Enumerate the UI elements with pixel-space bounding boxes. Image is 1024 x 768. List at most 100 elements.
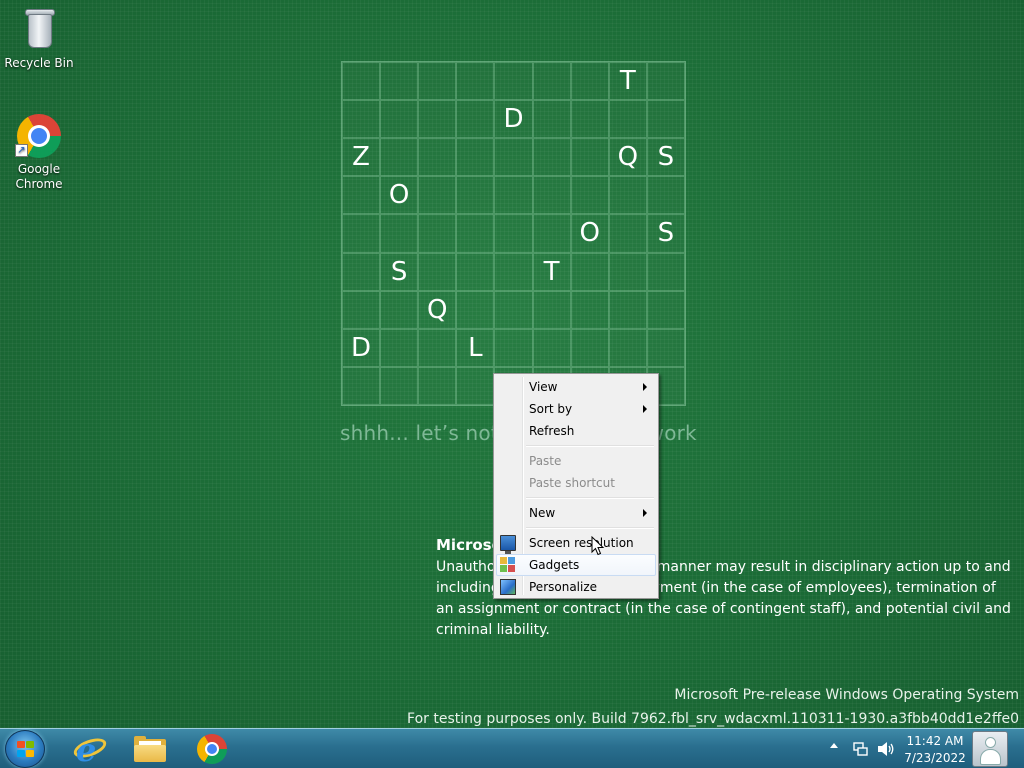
grid-cell [608, 252, 647, 291]
grid-cell [380, 62, 419, 101]
grid-cell [646, 176, 685, 215]
menu-item-label: Paste shortcut [529, 476, 615, 490]
watermark-line-1: Microsoft Pre-release Windows Operating … [674, 687, 1019, 703]
grid-cell [342, 62, 381, 101]
submenu-arrow-icon [643, 383, 647, 391]
desktop-icon-google-chrome[interactable]: ↗ Google Chrome [1, 112, 77, 192]
show-hidden-icons-button[interactable] [830, 743, 838, 748]
menu-item-view[interactable]: View [496, 376, 656, 398]
grid-cell [532, 290, 571, 329]
grid-cell [342, 366, 381, 405]
grid-cell [532, 138, 571, 177]
grid-cell [646, 328, 685, 367]
taskbar: e 11:42 AM 7/23/2022 [0, 728, 1024, 768]
grid-cell [418, 328, 457, 367]
grid-cell [456, 366, 495, 405]
menu-item-new[interactable]: New [496, 502, 656, 524]
grid-cell: D [342, 328, 381, 367]
grid-cell [342, 252, 381, 291]
grid-cell [456, 252, 495, 291]
grid-cell: D [494, 100, 533, 139]
volume-icon[interactable] [877, 741, 895, 757]
grid-cell [570, 62, 609, 101]
grid-cell: S [646, 138, 685, 177]
desktop-context-menu: View Sort by Refresh Paste Paste shortcu… [493, 373, 659, 599]
grid-cell [418, 214, 457, 253]
grid-cell: Q [418, 290, 457, 329]
grid-cell [570, 328, 609, 367]
grid-cell [532, 62, 571, 101]
grid-cell [646, 100, 685, 139]
wallpaper-letter-grid: TDZQSOOSSTQDL [341, 61, 686, 406]
taskbar-internet-explorer[interactable]: e [64, 731, 116, 768]
mouse-cursor-icon [591, 536, 605, 556]
grid-cell: T [608, 62, 647, 101]
menu-separator [524, 442, 656, 450]
menu-item-screen-resolution[interactable]: Screen resolution [496, 532, 656, 554]
gadgets-icon [500, 557, 516, 573]
grid-cell [380, 138, 419, 177]
grid-cell [532, 214, 571, 253]
grid-cell [418, 138, 457, 177]
grid-cell [608, 214, 647, 253]
menu-item-label: Sort by [529, 402, 573, 416]
user-tile-button[interactable] [972, 731, 1008, 767]
chrome-icon: ↗ [15, 112, 63, 160]
submenu-arrow-icon [643, 509, 647, 517]
taskbar-windows-explorer[interactable] [124, 731, 176, 767]
menu-item-label: New [529, 506, 556, 520]
start-button[interactable] [5, 730, 45, 768]
grid-cell [646, 290, 685, 329]
desktop-icon-label: Google Chrome [15, 162, 63, 191]
shortcut-arrow-icon: ↗ [15, 144, 28, 157]
grid-cell [380, 214, 419, 253]
grid-cell [494, 62, 533, 101]
menu-item-label: Screen resolution [529, 536, 634, 550]
taskbar-google-chrome[interactable] [186, 731, 238, 767]
grid-cell [494, 214, 533, 253]
submenu-arrow-icon [643, 405, 647, 413]
menu-separator [524, 494, 656, 502]
grid-cell [456, 176, 495, 215]
recycle-bin-icon [15, 6, 63, 54]
network-icon[interactable] [853, 741, 869, 757]
taskbar-clock[interactable]: 11:42 AM 7/23/2022 [902, 733, 968, 767]
grid-cell [380, 100, 419, 139]
desktop-icon-recycle-bin[interactable]: Recycle Bin [1, 6, 77, 71]
menu-item-paste-shortcut: Paste shortcut [496, 472, 656, 494]
grid-cell [494, 252, 533, 291]
personalize-icon [500, 579, 516, 595]
grid-cell [532, 100, 571, 139]
grid-cell [608, 328, 647, 367]
internet-explorer-icon: e [71, 731, 109, 768]
build-watermark: Microsoft Pre-release Windows Operating … [407, 683, 1019, 731]
menu-item-label: Paste [529, 454, 562, 468]
monitor-icon [500, 535, 516, 554]
menu-item-sort-by[interactable]: Sort by [496, 398, 656, 420]
grid-cell [456, 138, 495, 177]
clock-time: 11:42 AM [906, 734, 964, 748]
grid-cell [532, 176, 571, 215]
menu-item-gadgets[interactable]: Gadgets [496, 554, 656, 576]
windows-logo-icon [17, 741, 35, 758]
grid-cell [418, 252, 457, 291]
grid-cell [608, 100, 647, 139]
grid-cell: O [570, 214, 609, 253]
grid-cell [570, 176, 609, 215]
grid-cell [342, 214, 381, 253]
grid-cell [494, 176, 533, 215]
desktop-icon-label: Recycle Bin [4, 56, 74, 70]
grid-cell [380, 366, 419, 405]
grid-cell: Z [342, 138, 381, 177]
grid-cell [380, 328, 419, 367]
menu-item-refresh[interactable]: Refresh [496, 420, 656, 442]
menu-separator [524, 524, 656, 532]
grid-cell [418, 100, 457, 139]
grid-cell: T [532, 252, 571, 291]
clock-date: 7/23/2022 [904, 751, 966, 765]
grid-cell [570, 252, 609, 291]
grid-cell [418, 62, 457, 101]
menu-item-label: View [529, 380, 558, 394]
grid-cell [342, 100, 381, 139]
menu-item-personalize[interactable]: Personalize [496, 576, 656, 598]
